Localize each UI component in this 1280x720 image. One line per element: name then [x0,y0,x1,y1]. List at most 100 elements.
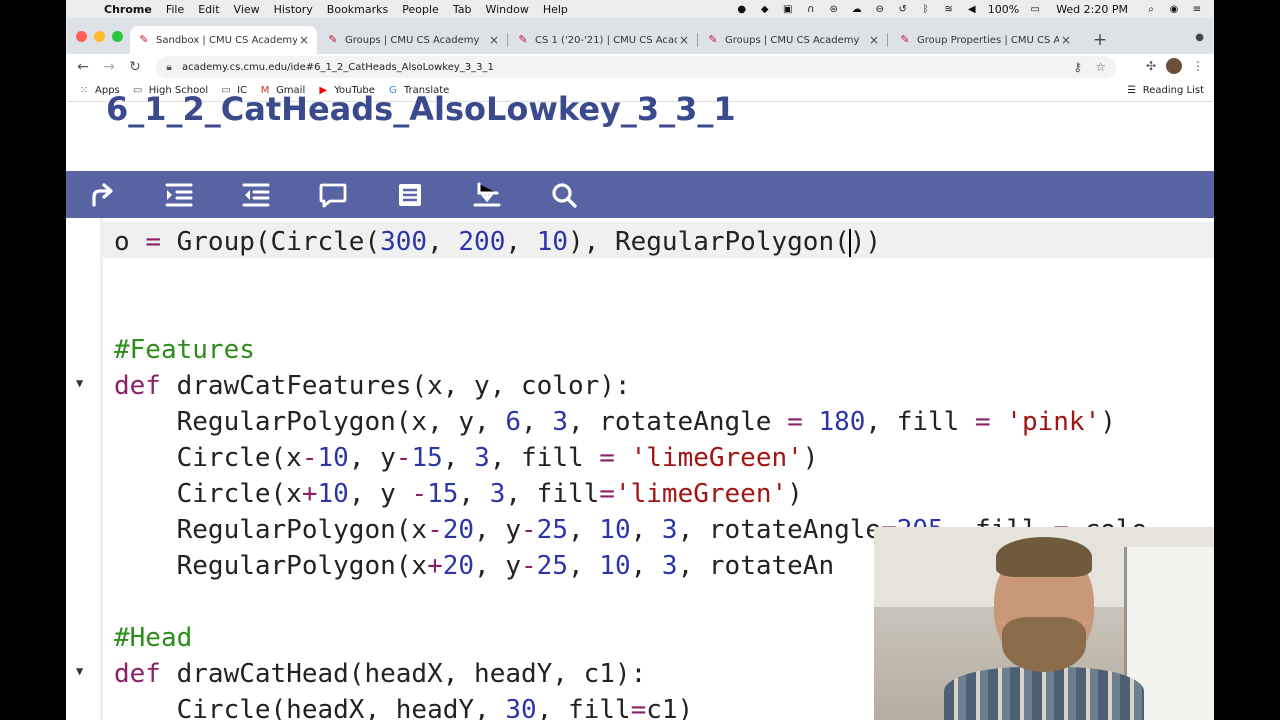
cmu-favicon-icon: ✎ [900,33,910,46]
cloud-icon[interactable]: ☁ [850,4,864,15]
apps-grid-icon: ⁙ [79,84,89,96]
format-button[interactable] [390,175,430,215]
spotlight-icon[interactable]: ⌕ [1144,4,1158,15]
editor-toolbar [66,171,1214,218]
reload-icon[interactable]: ↻ [122,59,148,75]
code-line[interactable]: def drawCatFeatures(x, y, color): [114,368,631,404]
code-line[interactable]: o = Group(Circle(300, 200, 10), RegularP… [114,224,881,260]
comment-icon [319,183,347,207]
dropbox-icon[interactable]: ◆ [758,4,772,15]
control-center-icon[interactable]: ≡ [1190,4,1204,15]
tab-groups-2[interactable]: ✎ Groups | CMU CS Academy × [699,26,888,54]
tab-close-icon[interactable]: × [487,33,501,47]
status-menus: ● ◆ ▣ ∩ ⊜ ☁ ⊖ ↺ ᛒ ≋ ◀ 100% ▭ Wed 2:20 PM… [726,0,1204,18]
tab-group-properties[interactable]: ✎ Group Properties | CMU CS Ac × [891,26,1079,54]
lock-icon[interactable]: 🔒︎ [162,62,176,73]
code-line[interactable]: #Features [114,332,255,368]
minimize-window-icon[interactable] [94,31,105,42]
tab-cs1[interactable]: ✎ CS 1 ('20-'21) | CMU CS Acade × [509,26,698,54]
menu-bar: Chrome File Edit View History Bookmarks … [66,0,1214,18]
key-icon[interactable]: ⚷ [1073,60,1082,74]
wrap-icon [473,182,501,206]
menu-bookmarks[interactable]: Bookmarks [327,3,388,16]
time-machine-icon[interactable]: ↺ [896,4,910,15]
screen-icon[interactable]: ▣ [781,4,795,15]
menu-help[interactable]: Help [543,3,568,16]
menu-app-name[interactable]: Chrome [104,3,152,16]
cmu-favicon-icon: ✎ [139,33,149,46]
tab-label: Groups | CMU CS Academy [725,34,860,46]
siri-icon[interactable]: ◉ [1167,4,1181,15]
menu-clock[interactable]: Wed 2:20 PM [1056,3,1128,16]
comment-button[interactable] [313,175,353,215]
menu-tab[interactable]: Tab [453,3,472,16]
code-line[interactable]: Circle(x-10, y-15, 3, fill = 'limeGreen'… [114,440,819,476]
code-line[interactable]: RegularPolygon(x+20, y-25, 10, 3, rotate… [114,548,835,584]
tab-search-icon[interactable]: ● [1195,32,1204,43]
code-line[interactable]: def drawCatHead(headX, headY, c1): [114,656,646,692]
record-icon[interactable]: ● [735,4,749,15]
do-not-disturb-icon[interactable]: ⊖ [873,4,887,15]
toolbar-actions: ✣ ⋮ [1146,58,1204,74]
bluetooth-icon[interactable]: ᛒ [919,4,933,15]
indent-button[interactable] [159,175,199,215]
code-line[interactable]: #Head [114,620,192,656]
fold-arrow-icon[interactable]: ▼ [76,376,83,390]
menu-edit[interactable]: Edit [198,3,219,16]
url-text[interactable]: academy.cs.cmu.edu/ide#6_1_2_CatHeads_Al… [182,62,494,73]
zoom-window-icon[interactable] [112,31,123,42]
webcam-video-overlay [874,527,1214,720]
menu-view[interactable]: View [234,3,260,16]
tab-label: Sandbox | CMU CS Academy [156,34,297,46]
tab-groups[interactable]: ✎ Groups | CMU CS Academy × [319,26,508,54]
redo-icon [92,182,113,207]
tab-label: CS 1 ('20-'21) | CMU CS Acade [535,34,677,46]
tab-close-icon[interactable]: × [297,33,311,47]
fold-arrow-icon[interactable]: ▼ [76,664,83,678]
screen: Chrome File Edit View History Bookmarks … [66,0,1214,720]
forward-icon[interactable]: → [96,59,122,75]
menu-file[interactable]: File [166,3,184,16]
new-tab-icon[interactable]: + [1092,30,1108,50]
indent-icon [165,183,193,206]
browser-toolbar: ← → ↻ 🔒︎ academy.cs.cmu.edu/ide#6_1_2_Ca… [66,54,1214,80]
battery-icon[interactable]: ▭ [1028,4,1042,15]
chrome-menu-icon[interactable]: ⋮ [1192,59,1204,73]
dollar-icon[interactable]: ⊜ [827,4,841,15]
address-bar[interactable]: 🔒︎ academy.cs.cmu.edu/ide#6_1_2_CatHeads… [156,56,1116,78]
close-window-icon[interactable] [76,31,87,42]
code-line[interactable]: RegularPolygon(x, y, 6, 3, rotateAngle =… [114,404,1116,440]
format-icon [399,183,421,206]
webcam-presenter-beard [1002,617,1086,672]
menu-people[interactable]: People [402,3,439,16]
tab-strip: ✎ Sandbox | CMU CS Academy × ✎ Groups | … [66,18,1214,54]
reading-list-icon: ☰ [1127,85,1137,96]
tab-sandbox[interactable]: ✎ Sandbox | CMU CS Academy × [130,26,317,54]
headphones-icon[interactable]: ∩ [804,4,818,15]
menu-window[interactable]: Window [485,3,528,16]
redo-button[interactable] [82,175,122,215]
tab-label: Group Properties | CMU CS Ac [917,34,1059,46]
outdent-button[interactable] [236,175,276,215]
code-line[interactable]: Circle(x+10, y -15, 3, fill='limeGreen') [114,476,803,512]
page-title: 6_1_2_CatHeads_AlsoLowkey_3_3_1 [106,90,736,128]
tab-close-icon[interactable]: × [867,33,881,47]
profile-avatar[interactable] [1166,58,1182,74]
cmu-favicon-icon: ✎ [708,33,718,46]
editor-gutter [100,218,103,720]
reading-list[interactable]: ☰ Reading List [1126,85,1204,96]
tab-close-icon[interactable]: × [677,33,691,47]
volume-icon[interactable]: ◀ [965,4,979,15]
search-button[interactable] [544,175,584,215]
bookmark-star-icon[interactable]: ☆ [1095,60,1106,74]
window-controls [76,31,123,42]
webcam-presenter-hair [996,537,1092,577]
extensions-icon[interactable]: ✣ [1146,59,1156,73]
wifi-icon[interactable]: ≋ [942,4,956,15]
battery-percent[interactable]: 100% [988,3,1019,16]
back-icon[interactable]: ← [70,59,96,75]
wrap-button[interactable] [467,175,507,215]
code-line[interactable]: Circle(headX, headY, 30, fill=c1) [114,692,694,720]
tab-close-icon[interactable]: × [1059,33,1073,47]
menu-history[interactable]: History [274,3,313,16]
